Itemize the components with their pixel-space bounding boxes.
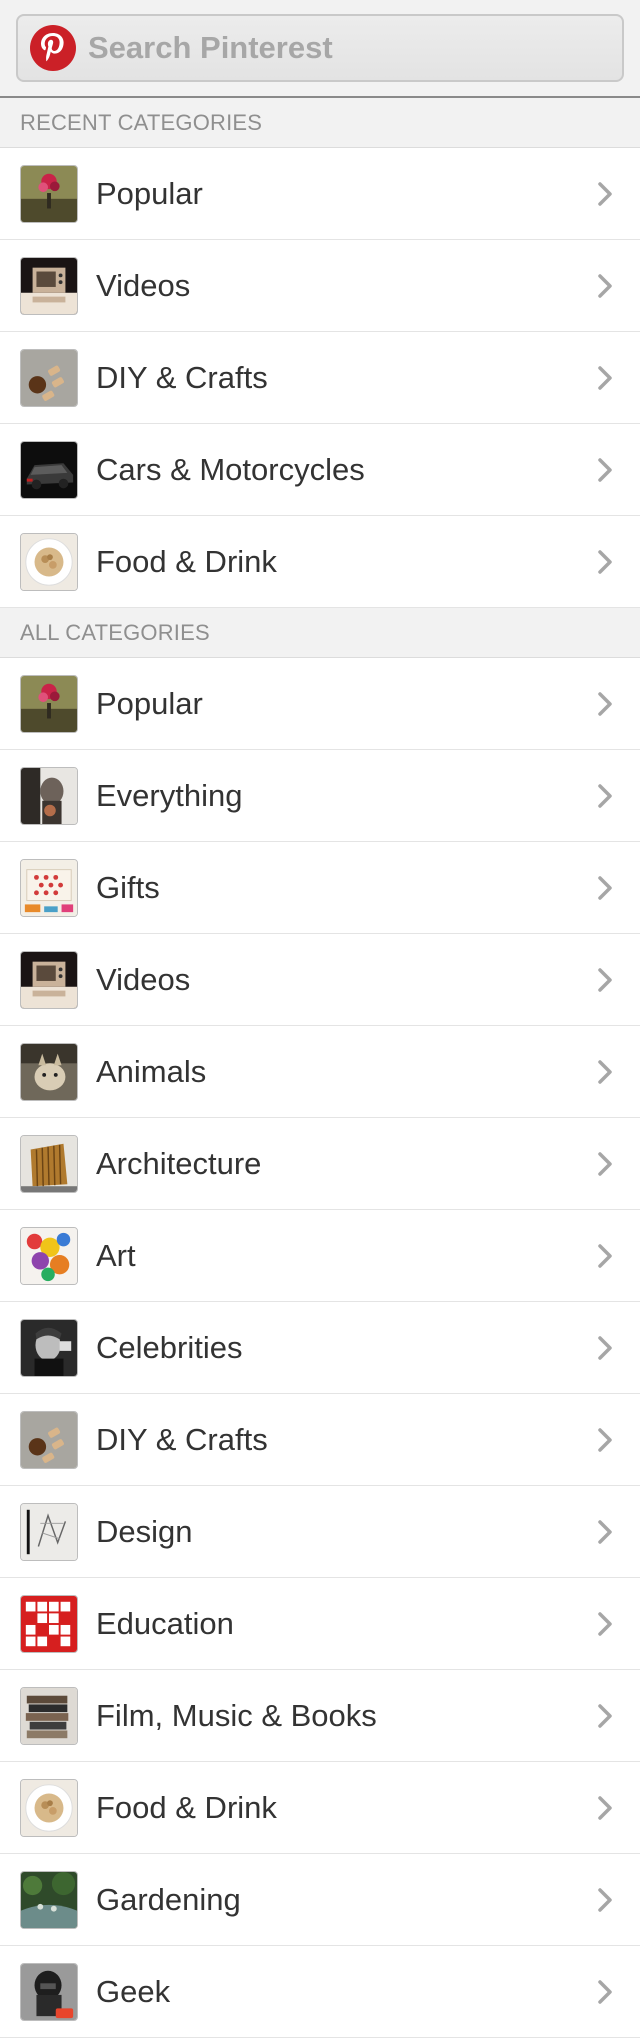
design-thumbnail bbox=[20, 1502, 78, 1561]
all-category-row-food-and-drink[interactable]: Food & Drink bbox=[0, 1762, 640, 1854]
search-input[interactable]: Search Pinterest bbox=[16, 14, 624, 82]
art-thumbnail bbox=[20, 1226, 78, 1285]
chevron-right-icon bbox=[598, 1243, 612, 1268]
all-categories-list: Popular Everything Gifts Videos Animals Archi… bbox=[0, 658, 640, 2038]
chevron-right-icon bbox=[598, 691, 612, 716]
architecture-thumbnail bbox=[20, 1134, 78, 1193]
category-label: Cars & Motorcycles bbox=[96, 451, 365, 487]
chevron-right-icon bbox=[598, 875, 612, 900]
category-label: Architecture bbox=[96, 1145, 262, 1181]
category-label: Film, Music & Books bbox=[96, 1697, 377, 1733]
chevron-right-icon bbox=[598, 1427, 612, 1452]
category-label: Food & Drink bbox=[96, 1789, 277, 1825]
category-label: Design bbox=[96, 1513, 193, 1549]
recent-category-row-cars-and-motorcycles[interactable]: Cars & Motorcycles bbox=[0, 424, 640, 516]
category-label: Gifts bbox=[96, 869, 160, 905]
chevron-right-icon bbox=[598, 1795, 612, 1820]
diy-thumbnail bbox=[20, 348, 78, 407]
diy-thumbnail bbox=[20, 1410, 78, 1469]
food-thumbnail bbox=[20, 1778, 78, 1837]
animals-thumbnail bbox=[20, 1042, 78, 1101]
recent-categories-list: Popular Videos DIY & Crafts Cars & Motorcyc… bbox=[0, 148, 640, 608]
all-category-row-gardening[interactable]: Gardening bbox=[0, 1854, 640, 1946]
chevron-right-icon bbox=[598, 181, 612, 206]
all-category-row-animals[interactable]: Animals bbox=[0, 1026, 640, 1118]
search-bar: Search Pinterest bbox=[0, 0, 640, 98]
cars-thumbnail bbox=[20, 440, 78, 499]
all-category-row-architecture[interactable]: Architecture bbox=[0, 1118, 640, 1210]
category-label: Art bbox=[96, 1237, 136, 1273]
all-category-row-education[interactable]: Education bbox=[0, 1578, 640, 1670]
recent-category-row-diy-and-crafts[interactable]: DIY & Crafts bbox=[0, 332, 640, 424]
chevron-right-icon bbox=[598, 1335, 612, 1360]
videos-thumbnail bbox=[20, 256, 78, 315]
celebrities-thumbnail bbox=[20, 1318, 78, 1377]
chevron-right-icon bbox=[598, 1519, 612, 1544]
category-label: DIY & Crafts bbox=[96, 1421, 268, 1457]
all-category-row-diy-and-crafts[interactable]: DIY & Crafts bbox=[0, 1394, 640, 1486]
popular-thumbnail bbox=[20, 164, 78, 223]
education-thumbnail bbox=[20, 1594, 78, 1653]
category-label: Gardening bbox=[96, 1881, 241, 1917]
geek-thumbnail bbox=[20, 1962, 78, 2021]
food-thumbnail bbox=[20, 532, 78, 591]
gardening-thumbnail bbox=[20, 1870, 78, 1929]
everything-thumbnail bbox=[20, 766, 78, 825]
all-category-row-popular[interactable]: Popular bbox=[0, 658, 640, 750]
pinterest-logo-icon bbox=[30, 25, 76, 71]
category-label: Celebrities bbox=[96, 1329, 243, 1365]
all-category-row-everything[interactable]: Everything bbox=[0, 750, 640, 842]
category-label: Popular bbox=[96, 175, 203, 211]
search-placeholder: Search Pinterest bbox=[88, 30, 333, 65]
category-browser: Search Pinterest RECENT CATEGORIES Popul… bbox=[0, 0, 640, 2042]
chevron-right-icon bbox=[598, 1611, 612, 1636]
category-label: Videos bbox=[96, 961, 191, 997]
chevron-right-icon bbox=[598, 273, 612, 298]
chevron-right-icon bbox=[598, 1979, 612, 2004]
category-label: Education bbox=[96, 1605, 234, 1641]
category-label: Popular bbox=[96, 685, 203, 721]
all-category-row-celebrities[interactable]: Celebrities bbox=[0, 1302, 640, 1394]
chevron-right-icon bbox=[598, 967, 612, 992]
category-label: Everything bbox=[96, 777, 243, 813]
category-label: DIY & Crafts bbox=[96, 359, 268, 395]
all-categories-header: ALL CATEGORIES bbox=[0, 608, 640, 658]
chevron-right-icon bbox=[598, 365, 612, 390]
chevron-right-icon bbox=[598, 1703, 612, 1728]
chevron-right-icon bbox=[598, 1151, 612, 1176]
category-label: Animals bbox=[96, 1053, 207, 1089]
chevron-right-icon bbox=[598, 783, 612, 808]
film-thumbnail bbox=[20, 1686, 78, 1745]
category-label: Geek bbox=[96, 1973, 171, 2009]
chevron-right-icon bbox=[598, 457, 612, 482]
recent-category-row-food-and-drink[interactable]: Food & Drink bbox=[0, 516, 640, 608]
category-label: Food & Drink bbox=[96, 543, 277, 579]
recent-categories-header: RECENT CATEGORIES bbox=[0, 98, 640, 148]
chevron-right-icon bbox=[598, 1887, 612, 1912]
all-category-row-film-music-and-books[interactable]: Film, Music & Books bbox=[0, 1670, 640, 1762]
videos-thumbnail bbox=[20, 950, 78, 1009]
recent-category-row-popular[interactable]: Popular bbox=[0, 148, 640, 240]
all-category-row-videos[interactable]: Videos bbox=[0, 934, 640, 1026]
chevron-right-icon bbox=[598, 549, 612, 574]
gifts-thumbnail bbox=[20, 858, 78, 917]
recent-category-row-videos[interactable]: Videos bbox=[0, 240, 640, 332]
all-category-row-gifts[interactable]: Gifts bbox=[0, 842, 640, 934]
chevron-right-icon bbox=[598, 1059, 612, 1084]
all-category-row-design[interactable]: Design bbox=[0, 1486, 640, 1578]
all-category-row-art[interactable]: Art bbox=[0, 1210, 640, 1302]
all-category-row-geek[interactable]: Geek bbox=[0, 1946, 640, 2038]
popular-thumbnail bbox=[20, 674, 78, 733]
category-label: Videos bbox=[96, 267, 191, 303]
